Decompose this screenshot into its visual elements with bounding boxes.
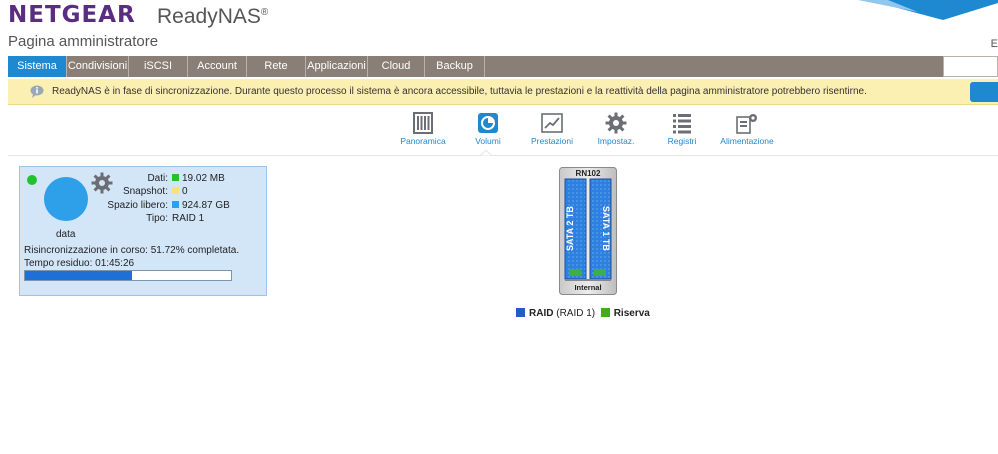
netgear-logo: NETGEAR [8, 2, 136, 28]
overview-icon [413, 112, 433, 134]
tab-rete[interactable]: Rete [247, 56, 306, 77]
tab-iscsi[interactable]: iSCSI [129, 56, 188, 77]
product-name: ReadyNAS® [157, 5, 268, 29]
stat-snapshot-value-wrap: 0 [172, 186, 188, 197]
device-model: RN102 [575, 169, 601, 178]
subnav-divider [8, 155, 998, 156]
resync-progress-fill [25, 271, 132, 280]
page-title: Pagina amministratore [8, 33, 159, 50]
stat-data-label: Dati: [147, 173, 168, 184]
power-settings-icon [736, 114, 757, 134]
raid-legend-type: (RAID 1) [556, 308, 596, 319]
raid-legend-swatch [516, 308, 525, 317]
subnav-volumi-label: Volumi [475, 136, 501, 146]
stat-type-value: RAID 1 [172, 213, 205, 224]
stat-free-label: Spazio libero: [107, 200, 168, 211]
registered-mark: ® [260, 7, 269, 18]
subnav-volumi[interactable]: Volumi [466, 112, 510, 146]
subnav-registri[interactable]: Registri [660, 112, 704, 146]
tab-account[interactable]: Account [188, 56, 247, 77]
sync-notice: ReadyNAS è in fase di sincronizzazione. … [8, 79, 998, 105]
volume-card[interactable]: data Dati: 19.02 MB Snapshot: 0 Spazio l… [19, 166, 267, 296]
spare-legend-label: Riserva [613, 308, 650, 319]
volume-icon [478, 113, 498, 133]
subnav-alimentazione[interactable]: Alimentazione [718, 112, 776, 146]
subnav-impostazioni[interactable]: Impostaz. [594, 112, 638, 146]
tab-backup[interactable]: Backup [425, 56, 485, 77]
main-nav: Sistema Condivisioni iSCSI Account Rete … [8, 56, 943, 77]
disk-legend: RAID (RAID 1) Riserva [516, 308, 650, 319]
stat-snapshot-label: Snapshot: [122, 186, 168, 197]
raid-legend-label: RAID [529, 308, 554, 319]
tab-condivisioni[interactable]: Condivisioni [67, 56, 129, 77]
resync-status: Risincronizzazione in corso: 51.72% comp… [24, 245, 240, 256]
subnav-alimentazione-label: Alimentazione [720, 136, 774, 146]
subnav-panoramica-label: Panoramica [400, 136, 446, 146]
readynas-admin-page: NETGEAR ReadyNAS® Pagina amministratore … [0, 0, 998, 454]
free-color-square [172, 201, 179, 208]
speech-bubble-info-icon [30, 85, 44, 98]
device-location: Internal [574, 283, 602, 292]
data-color-square [172, 174, 179, 181]
stat-free-value: 924.87 GB [182, 200, 230, 211]
volume-name: data [56, 229, 76, 240]
notice-action-button[interactable] [970, 82, 998, 102]
product-label: ReadyNAS [157, 5, 261, 28]
subnav-panoramica[interactable]: Panoramica [398, 112, 448, 146]
snapshot-color-square [172, 187, 179, 194]
list-icon [673, 114, 691, 134]
stat-type-label: Tipo: [146, 213, 168, 224]
performance-chart-icon [541, 113, 563, 133]
notice-text: ReadyNAS è in fase di sincronizzazione. … [52, 86, 867, 97]
gear-icon [605, 112, 627, 134]
header: NETGEAR ReadyNAS® Pagina amministratore … [0, 0, 998, 56]
active-tab-pointer [480, 150, 492, 156]
tab-cloud[interactable]: Cloud [368, 56, 425, 77]
subnav-registri-label: Registri [667, 136, 697, 146]
stat-data-value-wrap: 19.02 MB [172, 173, 225, 184]
subnav-prestazioni-label: Prestazioni [530, 136, 574, 146]
volume-status-dot [27, 175, 37, 185]
tab-sistema[interactable]: Sistema [8, 56, 67, 77]
corner-decoration [858, 0, 998, 20]
search-input[interactable] [943, 56, 998, 77]
header-right-text: E [990, 38, 998, 50]
spare-legend-swatch [600, 308, 610, 317]
subnav-prestazioni[interactable]: Prestazioni [528, 112, 576, 146]
stat-snapshot-value: 0 [182, 186, 188, 197]
stat-free-value-wrap: 924.87 GB [172, 200, 230, 211]
subnav-impostazioni-label: Impostaz. [597, 136, 635, 146]
disk-bay-2-label: SATA 2 TB [565, 206, 575, 251]
disk-bay-1-label: SATA 1 TB [601, 206, 611, 251]
stat-data-value: 19.02 MB [182, 173, 225, 184]
remaining-time: Tempo residuo: 01:45:26 [24, 258, 135, 269]
resync-progress-bar [24, 270, 232, 281]
tab-applicazioni[interactable]: Applicazioni [306, 56, 368, 77]
